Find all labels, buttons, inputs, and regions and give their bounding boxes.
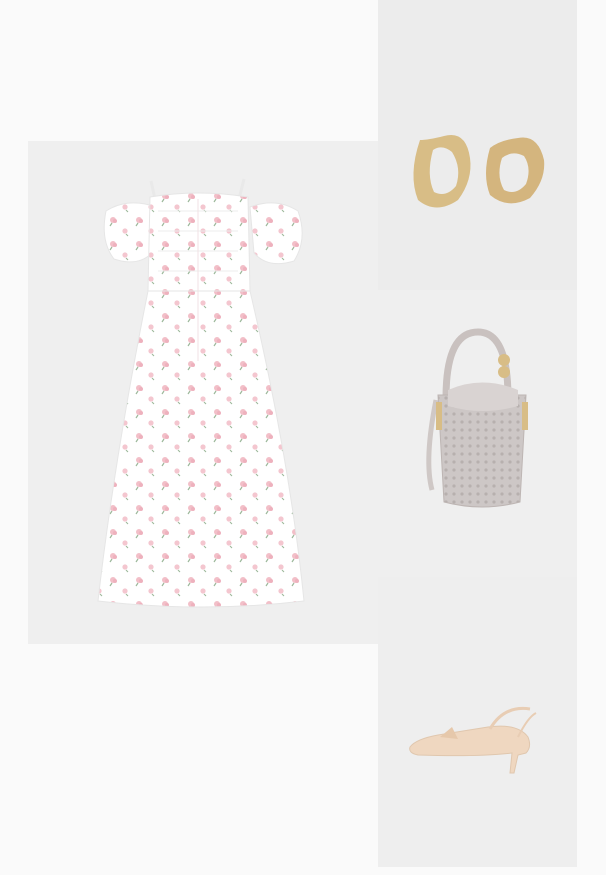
slingback-heels-image [409, 706, 537, 774]
bag-product-tile[interactable] [378, 290, 577, 577]
floral-dress-image [97, 178, 305, 608]
bucket-bag-image [426, 328, 528, 508]
gold-earrings-image [413, 134, 545, 208]
shoes-product-tile[interactable] [378, 577, 577, 867]
earrings-product-tile[interactable] [378, 0, 577, 290]
dress-product-tile[interactable] [28, 141, 378, 644]
